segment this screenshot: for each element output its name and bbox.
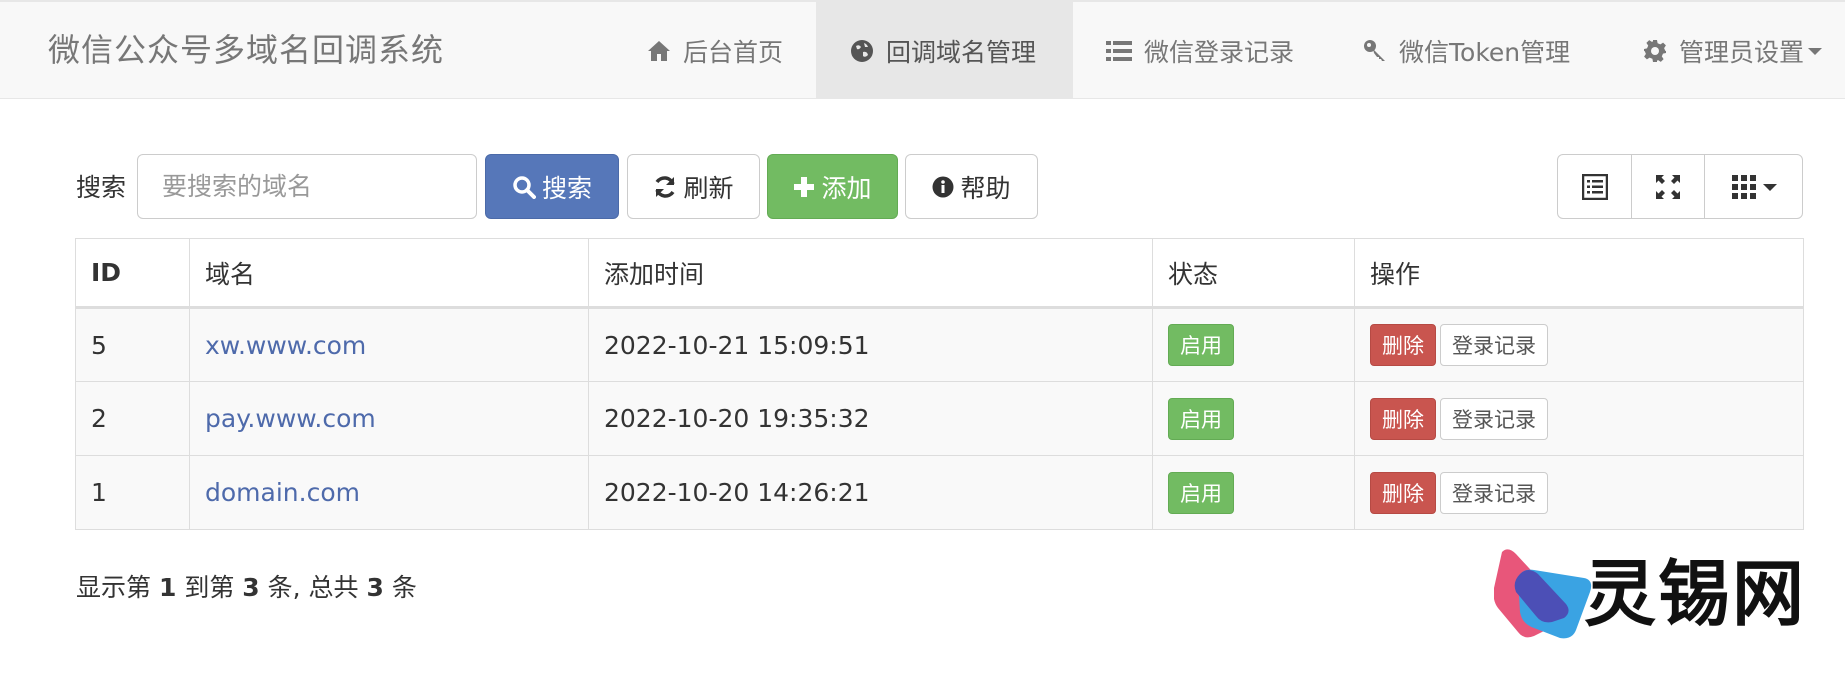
add-button[interactable]: 添加: [767, 154, 898, 219]
nav-item-label: 回调域名管理: [886, 37, 1037, 67]
delete-button[interactable]: 删除: [1370, 471, 1436, 514]
cell-time: 2022-10-20 14:26:21: [588, 455, 1153, 530]
nav-item-token[interactable]: 微信Token管理: [1363, 2, 1570, 99]
grid-icon: [1731, 174, 1756, 199]
pagination-from: 1: [158, 573, 177, 602]
fullscreen-button[interactable]: [1632, 155, 1705, 218]
cell-id: 1: [75, 455, 190, 530]
nav-item-domains[interactable]: 回调域名管理: [816, 2, 1073, 99]
pagination-total: 3: [366, 573, 384, 602]
table-row: 5 xw.www.com 2022-10-21 15:09:51 启用 删除 登录…: [75, 307, 1804, 382]
pagination-to: 3: [242, 573, 260, 602]
column-header-time[interactable]: 添加时间: [588, 238, 1153, 309]
search-button[interactable]: 搜索: [485, 154, 619, 219]
search-input[interactable]: [137, 154, 477, 219]
login-records-button[interactable]: 登录记录: [1440, 471, 1548, 514]
domain-link[interactable]: domain.com: [205, 478, 360, 507]
watermark-text: 灵锡网: [1584, 552, 1807, 636]
column-header-actions[interactable]: 操作: [1354, 238, 1804, 309]
nav-item-label: 微信登录记录: [1144, 37, 1295, 67]
cell-domain: xw.www.com: [189, 307, 589, 382]
search-button-label: 搜索: [541, 173, 592, 203]
pagination-mid1: 到第: [184, 573, 235, 602]
table-row: 1 domain.com 2022-10-20 14:26:21 启用 删除 登录…: [75, 455, 1804, 530]
cell-domain: domain.com: [189, 455, 589, 530]
globe-icon: [851, 39, 873, 62]
nav-item-label: 后台首页: [683, 37, 784, 67]
plus-icon: [794, 176, 815, 197]
home-icon: [648, 40, 670, 61]
status-badge[interactable]: 启用: [1168, 397, 1234, 440]
cell-id: 5: [75, 307, 190, 382]
fullscreen-icon: [1656, 174, 1680, 199]
pagination-info: 显示第 1 到第 3 条, 总共 3 条: [76, 568, 417, 604]
column-header-domain[interactable]: 域名: [189, 238, 589, 309]
caret-down-icon: [1808, 47, 1823, 55]
pagination-prefix: 显示第: [76, 573, 152, 602]
card-view-button[interactable]: [1558, 155, 1632, 218]
login-records-button[interactable]: 登录记录: [1440, 324, 1548, 366]
login-records-button[interactable]: 登录记录: [1440, 397, 1548, 440]
column-header-status[interactable]: 状态: [1152, 238, 1355, 309]
domain-link[interactable]: xw.www.com: [205, 331, 366, 360]
help-button[interactable]: 帮助: [905, 154, 1038, 219]
domain-link[interactable]: pay.www.com: [205, 404, 376, 433]
navbar: 微信公众号多域名回调系统 后台首页 回调域名管理 微信登录记录 微信Token管…: [0, 0, 1845, 99]
refresh-button-label: 刷新: [683, 173, 734, 203]
refresh-button[interactable]: 刷新: [627, 154, 760, 219]
key-icon: [1364, 39, 1385, 61]
domains-table: ID 域名 添加时间 状态 操作 5 xw.www.com 2022-10-21…: [75, 238, 1804, 530]
cell-actions: 删除 登录记录: [1354, 307, 1804, 382]
help-button-label: 帮助: [960, 173, 1011, 203]
nav-item-admin-settings[interactable]: 管理员设置: [1643, 2, 1823, 99]
delete-button[interactable]: 删除: [1370, 324, 1436, 366]
list-icon: [1106, 40, 1132, 61]
cell-time: 2022-10-21 15:09:51: [588, 307, 1153, 382]
delete-button[interactable]: 删除: [1370, 397, 1436, 440]
cell-actions: 删除 登录记录: [1354, 381, 1804, 456]
pagination-mid2: 条, 总共: [267, 573, 359, 602]
info-icon: [932, 176, 954, 197]
cell-actions: 删除 登录记录: [1354, 455, 1804, 530]
cell-id: 2: [75, 381, 190, 456]
status-badge[interactable]: 启用: [1168, 324, 1234, 366]
cell-status: 启用: [1152, 307, 1355, 382]
nav-item-label: 微信Token管理: [1399, 37, 1571, 67]
table-row: 2 pay.www.com 2022-10-20 19:35:32 启用 删除登…: [75, 381, 1804, 456]
caret-down-icon: [1762, 183, 1777, 191]
list-alt-icon: [1581, 173, 1608, 200]
gear-icon: [1644, 39, 1666, 62]
column-header-id[interactable]: ID: [75, 238, 190, 309]
table-view-controls: [1557, 154, 1803, 219]
search-icon: [513, 175, 536, 199]
app-title[interactable]: 微信公众号多域名回调系统: [48, 2, 444, 99]
cell-domain: pay.www.com: [189, 381, 589, 456]
nav-item-login-records[interactable]: 微信登录记录: [1106, 2, 1294, 99]
cell-status: 启用: [1152, 381, 1355, 456]
add-button-label: 添加: [821, 173, 872, 203]
nav-item-label: 管理员设置: [1679, 37, 1805, 67]
table-header-row: ID 域名 添加时间 状态 操作: [75, 238, 1804, 309]
refresh-icon: [655, 175, 676, 198]
pagination-suffix: 条: [391, 573, 417, 602]
status-badge[interactable]: 启用: [1168, 471, 1234, 514]
cell-time: 2022-10-20 19:35:32: [588, 381, 1153, 456]
cell-status: 启用: [1152, 455, 1355, 530]
nav-item-home[interactable]: 后台首页: [647, 2, 783, 99]
search-label: 搜索: [76, 173, 127, 202]
columns-toggle-button[interactable]: [1705, 155, 1802, 218]
